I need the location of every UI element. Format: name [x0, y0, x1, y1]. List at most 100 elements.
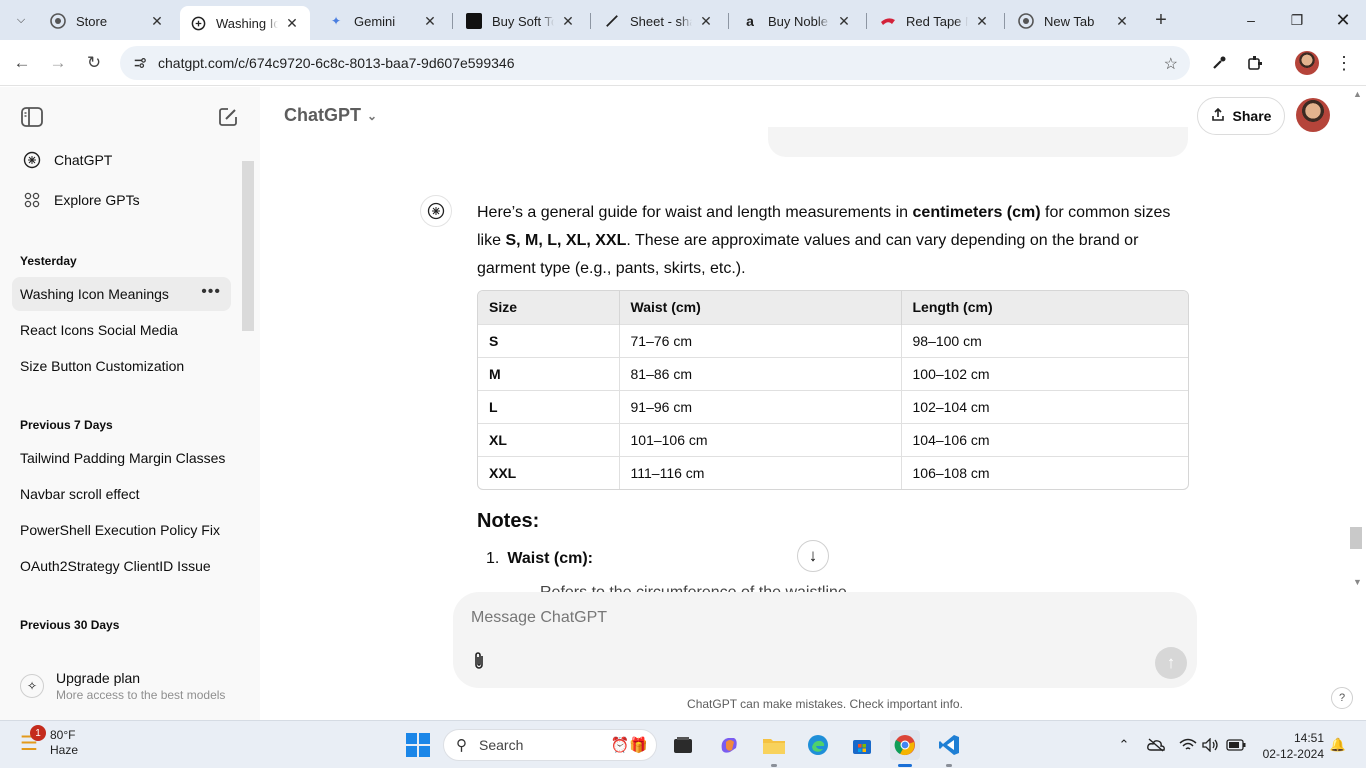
- profile-avatar[interactable]: [1295, 51, 1319, 75]
- model-selector[interactable]: ChatGPT ⌄: [284, 105, 377, 126]
- section-heading-yesterday: Yesterday: [20, 254, 77, 268]
- close-window-icon[interactable]: ✕: [1320, 0, 1366, 40]
- address-bar[interactable]: chatgpt.com/c/674c9720-6c8c-8013-baa7-9d…: [120, 46, 1190, 80]
- table-cell: 100–102 cm: [901, 356, 1188, 390]
- taskbar-search[interactable]: ⚲ Search ⏰🎁: [443, 729, 657, 761]
- tab-buy-noble-monks[interactable]: a Buy Noble Monks ✕: [732, 6, 862, 36]
- send-arrow-icon[interactable]: ↑: [1155, 647, 1187, 679]
- share-label: Share: [1232, 108, 1272, 124]
- table-cell: 104–106 cm: [901, 422, 1188, 456]
- chatgpt-logo-icon: [22, 150, 42, 170]
- upgrade-plan-button[interactable]: ✧ Upgrade plan More access to the best m…: [12, 663, 242, 709]
- close-tab-icon[interactable]: ✕: [1114, 13, 1130, 29]
- task-view-icon[interactable]: [668, 730, 698, 760]
- chat-item-size-button[interactable]: Size Button Customization: [12, 349, 231, 383]
- chat-item-oauth2[interactable]: OAuth2Strategy ClientID Issue: [12, 549, 231, 583]
- tab-search-chevron-icon[interactable]: ⌵: [8, 6, 34, 34]
- help-question-icon[interactable]: ?: [1331, 687, 1353, 709]
- sidebar-scrollbar[interactable]: [242, 161, 254, 331]
- battery-icon[interactable]: [1226, 735, 1246, 755]
- chat-item-react-icons[interactable]: React Icons Social Media: [12, 313, 231, 347]
- windows-start-icon[interactable]: [406, 733, 430, 757]
- section-heading-previous-7-days: Previous 7 Days: [20, 418, 113, 432]
- copilot-icon[interactable]: [714, 730, 744, 760]
- close-tab-icon[interactable]: ✕: [836, 13, 852, 29]
- chat-item-label: Navbar scroll effect: [20, 486, 140, 502]
- bookmark-star-icon[interactable]: ☆: [1164, 54, 1178, 74]
- close-tab-icon[interactable]: ✕: [422, 13, 438, 29]
- share-button[interactable]: Share: [1197, 97, 1285, 135]
- close-tab-icon[interactable]: ✕: [284, 15, 300, 31]
- more-menu-icon[interactable]: ⋮: [1332, 51, 1356, 75]
- main-scrollbar-thumb[interactable]: [1350, 527, 1362, 549]
- chatgpt-icon: [190, 15, 206, 31]
- restore-icon[interactable]: ❐: [1274, 0, 1320, 40]
- chat-main: ChatGPT ⌄ Share Here’s a general guide f…: [260, 87, 1366, 720]
- more-options-icon[interactable]: •••: [201, 283, 221, 301]
- onedrive-offline-icon[interactable]: [1146, 735, 1166, 755]
- chrome-taskbar-icon[interactable]: [890, 730, 920, 767]
- paperclip-icon[interactable]: [468, 650, 490, 672]
- site-settings-icon[interactable]: [132, 55, 148, 71]
- eyedropper-extension-icon[interactable]: [1207, 51, 1231, 75]
- tray-overflow-chevron-icon[interactable]: ⌃: [1114, 735, 1134, 755]
- user-avatar[interactable]: [1296, 98, 1330, 132]
- sidebar-item-chatgpt[interactable]: ChatGPT: [12, 142, 232, 178]
- sidebar-item-explore-gpts[interactable]: Explore GPTs: [12, 182, 232, 218]
- message-composer[interactable]: Message ChatGPT ↑: [453, 592, 1197, 688]
- sidebar-item-label: ChatGPT: [54, 152, 113, 168]
- table-cell: M: [478, 356, 620, 390]
- weather-widget[interactable]: ☰ 1 80°F Haze: [16, 725, 78, 758]
- close-tab-icon[interactable]: ✕: [974, 13, 990, 29]
- chat-item-tailwind[interactable]: Tailwind Padding Margin Classes: [12, 441, 231, 475]
- search-label: Search: [479, 737, 524, 753]
- extensions-puzzle-icon[interactable]: [1243, 51, 1267, 75]
- new-tab-plus-icon[interactable]: +: [1148, 8, 1174, 32]
- weather-temperature: 80°F: [50, 728, 76, 742]
- scroll-down-small-arrow-icon[interactable]: ▼: [1353, 577, 1362, 587]
- minimize-icon[interactable]: –: [1228, 0, 1274, 40]
- table-header-row: Size Waist (cm) Length (cm): [478, 291, 1188, 324]
- new-chat-icon[interactable]: [216, 105, 240, 129]
- vscode-icon[interactable]: [934, 730, 964, 767]
- tab-red-tape-men[interactable]: Red Tape Men ✕: [870, 6, 1000, 36]
- scroll-up-arrow-icon[interactable]: ▲: [1353, 89, 1362, 99]
- back-arrow-icon[interactable]: ←: [8, 49, 36, 77]
- wifi-icon[interactable]: [1178, 735, 1198, 755]
- microsoft-store-icon[interactable]: [847, 730, 877, 760]
- chat-item-label: Size Button Customization: [20, 358, 185, 374]
- upgrade-subtitle: More access to the best models: [56, 688, 226, 702]
- tab-title: Washing Icon Meanings: [216, 15, 278, 31]
- tab-sheet-shadcn[interactable]: Sheet - shadcn ✕: [594, 6, 724, 36]
- windows-taskbar: ☰ 1 80°F Haze ⚲ Search ⏰🎁 ⌃ 14:51 02-12-…: [0, 720, 1366, 768]
- close-tab-icon[interactable]: ✕: [149, 13, 165, 29]
- chat-item-powershell[interactable]: PowerShell Execution Policy Fix: [12, 513, 231, 547]
- close-tab-icon[interactable]: ✕: [698, 13, 714, 29]
- chevron-down-icon: ⌄: [367, 108, 378, 123]
- notes-heading: Notes:: [477, 510, 540, 532]
- chat-item-navbar[interactable]: Navbar scroll effect: [12, 477, 231, 511]
- scroll-to-bottom-arrow-icon[interactable]: ↓: [797, 540, 829, 572]
- system-clock[interactable]: 14:51 02-12-2024: [1263, 730, 1324, 762]
- chat-item-label: PowerShell Execution Policy Fix: [20, 522, 220, 538]
- toggle-sidebar-icon[interactable]: [20, 105, 44, 129]
- sidebar-item-label: Explore GPTs: [54, 192, 140, 208]
- reload-icon[interactable]: ↻: [80, 49, 108, 77]
- edge-icon[interactable]: [803, 730, 833, 760]
- clock-time: 14:51: [1293, 731, 1324, 745]
- volume-icon[interactable]: [1201, 735, 1221, 755]
- file-explorer-icon[interactable]: [759, 730, 789, 767]
- message-input[interactable]: Message ChatGPT: [471, 609, 607, 627]
- close-tab-icon[interactable]: ✕: [560, 13, 576, 29]
- tab-buy-soft-touch[interactable]: Buy Soft Touch ✕: [456, 6, 586, 36]
- tab-new-tab[interactable]: New Tab ✕: [1008, 6, 1140, 36]
- tab-store[interactable]: Store ✕: [40, 6, 175, 36]
- notification-bell-icon[interactable]: 🔔: [1328, 735, 1348, 755]
- tab-washing-icon-meanings[interactable]: Washing Icon Meanings ✕: [180, 6, 310, 40]
- forward-arrow-icon[interactable]: →: [44, 49, 72, 77]
- tab-gemini[interactable]: ✦ Gemini ✕: [318, 6, 448, 36]
- tab-title: Buy Soft Touch: [492, 13, 554, 29]
- tab-divider: [452, 13, 453, 29]
- table-cell: 106–108 cm: [901, 455, 1188, 489]
- chat-item-washing-icon-meanings[interactable]: Washing Icon Meanings •••: [12, 277, 231, 311]
